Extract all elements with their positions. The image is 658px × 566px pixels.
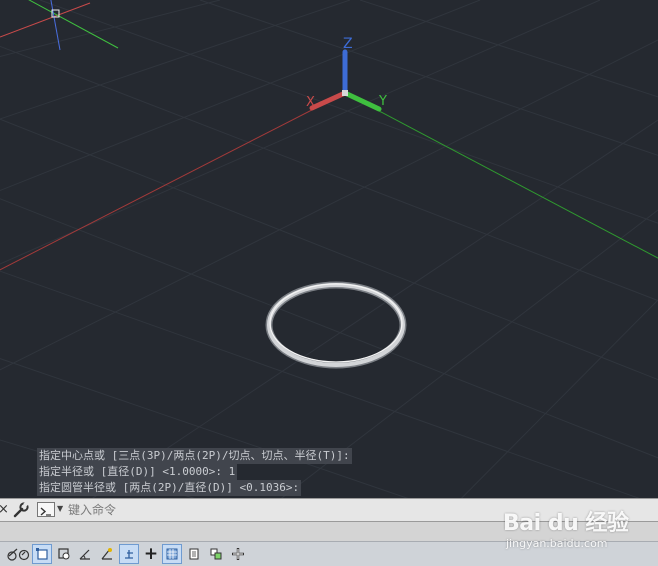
y-axis-label: Y (378, 94, 387, 109)
y-axis-line (344, 92, 658, 259)
close-icon[interactable]: × (0, 501, 9, 519)
object-snap-icon[interactable] (97, 544, 117, 564)
command-history: 指定中心点或 [三点(3P)/两点(2P)/切点、切点、半径(T)]: 指定半径… (37, 448, 352, 496)
z-axis-label: Z (343, 36, 353, 52)
customize-wrench-icon[interactable] (11, 501, 31, 519)
transparency-icon[interactable] (162, 544, 182, 564)
status-bar: + (0, 541, 658, 566)
quick-properties-icon[interactable] (184, 544, 204, 564)
cursor-crosshair (0, 0, 119, 51)
x-axis-line (0, 92, 346, 271)
history-line: 指定中心点或 [三点(3P)/两点(2P)/切点、切点、半径(T)]: (37, 448, 352, 464)
ortho-mode-icon[interactable]: + (141, 544, 161, 564)
dynamic-input-icon[interactable] (119, 544, 139, 564)
torus-object[interactable] (265, 281, 407, 369)
history-line: 指定圆管半径或 [两点(2P)/直径(D)] <0.1036>: (37, 480, 302, 496)
annotation-monitor-icon[interactable] (228, 544, 248, 564)
command-line-bar: × ▼ (0, 498, 658, 522)
selection-cycling-icon[interactable] (206, 544, 226, 564)
perspective-grid (0, 0, 658, 498)
layout-tabs-area (0, 522, 658, 541)
history-line: 指定半径或 [直径(D)] <1.0000>: 1 (37, 464, 238, 480)
drawing-viewport[interactable]: Z X Y (0, 0, 658, 498)
polar-tracking-icon[interactable] (75, 544, 95, 564)
command-prompt-icon[interactable] (37, 502, 55, 517)
dynamic-ucs-small-icon[interactable] (14, 544, 34, 564)
command-input[interactable] (68, 501, 488, 519)
grid-display-icon[interactable] (32, 544, 52, 564)
recent-commands-dropdown-icon[interactable]: ▼ (57, 504, 63, 513)
x-axis-label: X (306, 95, 315, 110)
snap-mode-icon[interactable] (54, 544, 74, 564)
